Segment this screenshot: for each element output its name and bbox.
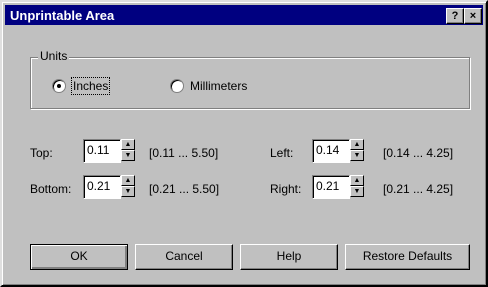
left-label: Left:: [270, 146, 294, 160]
radio-millimeters-label[interactable]: Millimeters: [190, 79, 247, 93]
up-arrow-icon[interactable]: ▲: [121, 175, 135, 186]
top-range: [0.11 ... 5.50]: [149, 146, 219, 160]
top-input[interactable]: 0.11: [83, 139, 121, 163]
right-value: 0.21: [316, 179, 340, 193]
left-input[interactable]: 0.14: [312, 139, 350, 163]
help-title-button[interactable]: ?: [446, 8, 464, 24]
right-input[interactable]: 0.21: [312, 175, 350, 199]
down-arrow-icon[interactable]: ▼: [121, 186, 135, 197]
close-button[interactable]: ×: [464, 8, 482, 24]
bottom-value: 0.21: [87, 179, 111, 193]
right-range: [0.21 ... 4.25]: [383, 182, 454, 196]
top-spinner[interactable]: ▲ ▼: [121, 139, 135, 161]
units-group-label: Units: [38, 49, 70, 63]
bottom-input[interactable]: 0.21: [83, 175, 121, 199]
radio-millimeters[interactable]: [170, 79, 184, 93]
bottom-spinner[interactable]: ▲ ▼: [121, 175, 135, 197]
up-arrow-icon[interactable]: ▲: [350, 175, 364, 186]
radio-inches-label[interactable]: Inches: [70, 77, 111, 95]
left-spinner[interactable]: ▲ ▼: [350, 139, 364, 161]
cancel-button[interactable]: Cancel: [135, 244, 233, 270]
left-value: 0.14: [316, 143, 340, 157]
restore-defaults-button[interactable]: Restore Defaults: [345, 244, 470, 270]
down-arrow-icon[interactable]: ▼: [350, 186, 364, 197]
radio-selected-icon: [57, 84, 61, 88]
radio-inches[interactable]: [52, 79, 66, 93]
right-label: Right:: [270, 182, 302, 196]
top-value: 0.11: [87, 143, 110, 157]
ok-button[interactable]: OK: [30, 244, 128, 270]
up-arrow-icon[interactable]: ▲: [350, 139, 364, 150]
left-range: [0.14 ... 4.25]: [383, 146, 454, 160]
bottom-range: [0.21 ... 5.50]: [149, 182, 220, 196]
right-spinner[interactable]: ▲ ▼: [350, 175, 364, 197]
down-arrow-icon[interactable]: ▼: [350, 150, 364, 161]
up-arrow-icon[interactable]: ▲: [121, 139, 135, 150]
help-button[interactable]: Help: [240, 244, 338, 270]
top-label: Top:: [30, 146, 53, 160]
down-arrow-icon[interactable]: ▼: [121, 150, 135, 161]
title-bar[interactable]: Unprintable Area ? ×: [5, 5, 483, 25]
window-title: Unprintable Area: [10, 8, 115, 23]
bottom-label: Bottom:: [30, 182, 72, 196]
